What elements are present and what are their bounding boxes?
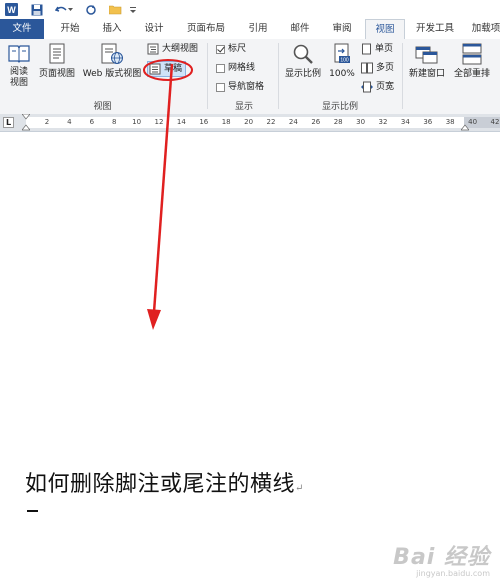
ruler-checkbox[interactable]: 标尺 [216,42,246,56]
tab-view[interactable]: 视图 [365,19,405,40]
multi-page-icon [361,62,373,74]
arrange-all-label: 全部重排 [453,69,490,79]
ruler-tick-label: 38 [445,118,455,126]
word-app-icon[interactable]: W [4,2,18,17]
open-folder-icon[interactable] [108,2,122,17]
new-window-label: 新建窗口 [408,69,445,79]
multi-page-button[interactable]: 多页 [361,61,394,75]
tab-page-layout[interactable]: 页面布局 [180,19,232,39]
new-window-icon [415,46,438,64]
document-text[interactable]: 如何删除脚注或尾注的横线↵ [25,466,304,498]
page-width-icon [361,81,373,93]
nav-pane-check-icon [216,82,225,92]
ruler-tick-label: 30 [356,118,366,126]
page-width-label: 页宽 [376,82,395,92]
group-label-show: 显示 [234,102,253,112]
gridlines-check-icon [216,63,225,73]
tab-insert[interactable]: 插入 [94,19,130,39]
text-cursor [27,510,38,512]
document-line: 如何删除脚注或尾注的横线 [25,472,296,497]
tab-references[interactable]: 引用 [240,19,276,39]
watermark: Bai 经验 jingyan.baidu.com [393,539,490,578]
customize-qat-icon[interactable] [128,2,138,17]
print-layout-button[interactable]: 页面视图 [36,43,78,80]
tab-home[interactable]: 开始 [52,19,88,39]
web-page-icon [101,43,123,64]
outline-label: 大纲视图 [162,44,199,54]
arrange-all-button[interactable]: 全部重排 [450,43,494,80]
multi-page-label: 多页 [376,63,395,73]
zoom-button[interactable]: 显示比例 [282,43,324,80]
title-bar: W [0,0,500,19]
redo-icon[interactable] [84,2,98,17]
indent-marker-icon[interactable] [22,114,30,131]
ruler-tick-label: 40 [468,118,478,126]
read-mode-label: 阅读 视图 [9,67,28,88]
page-icon [49,43,65,64]
ruler-tick-label: 26 [311,118,321,126]
ruler-tick-label: 6 [89,118,95,126]
outline-button[interactable]: 大纲视图 [147,42,198,56]
ruler-tick-label: 20 [244,118,254,126]
web-layout-button[interactable]: Web 版式视图 [80,43,144,80]
group-separator [402,43,403,109]
zoom-label: 显示比例 [284,69,321,79]
undo-icon[interactable] [54,2,68,17]
group-label-zoom: 显示比例 [321,102,358,112]
annotation-arrow [147,63,174,330]
ruler-tick-label: 32 [378,118,388,126]
ruler-tick-label: 42 [490,118,500,126]
document-page[interactable] [0,132,500,586]
tab-developer[interactable]: 开发工具 [410,19,460,39]
arrange-all-icon [462,43,482,65]
ruler-check-icon [216,44,225,54]
group-separator [278,43,279,109]
tab-selector[interactable]: L [3,117,14,128]
ruler-tick-label: 18 [221,118,231,126]
tab-design[interactable]: 设计 [136,19,172,39]
tab-review[interactable]: 审阅 [324,19,360,39]
ruler-tick-label: 8 [111,118,117,126]
save-icon[interactable] [30,2,44,17]
ruler-tick-label: 4 [67,118,72,126]
ruler-tick-label: 36 [423,118,433,126]
undo-dropdown-icon[interactable] [68,2,74,17]
gridlines-label: 网格线 [228,63,256,73]
outline-icon [147,43,159,55]
read-mode-button[interactable]: 阅读 视图 [4,43,34,89]
paragraph-mark-icon: ↵ [295,483,304,494]
svg-text:W: W [7,5,16,15]
magnifier-icon [293,44,313,64]
ruler-tick-label: 2 [44,118,50,126]
one-page-label: 单页 [375,44,394,54]
zoom-100-icon: 100 [334,43,350,64]
zoom-100-label: 100% [329,69,355,79]
ruler-tick-label: 28 [333,118,343,126]
zoom-100-button[interactable]: 100 100% [326,43,358,80]
tab-addins[interactable]: 加载项 [466,19,500,39]
ribbon-tab-bar: 文件 开始 插入 设计 页面布局 引用 邮件 审阅 视图 开发工具 加载项 [0,19,500,40]
ruler-tick-label: 16 [199,118,209,126]
new-window-button[interactable]: 新建窗口 [405,43,449,80]
horizontal-ruler[interactable]: L 2 4 6 8 10 12 14 16 18 20 22 24 26 28 30 32 34 36 38 40 42 [0,114,500,132]
group-separator [207,43,208,109]
print-layout-label: 页面视图 [38,69,75,79]
page-width-button[interactable]: 页宽 [361,80,394,94]
nav-pane-label: 导航窗格 [228,82,265,92]
watermark-brand: Bai 经验 [393,545,490,570]
gridlines-checkbox[interactable]: 网格线 [216,61,255,75]
ruler-tick-label: 22 [266,118,276,126]
tab-file[interactable]: 文件 [0,19,44,39]
tab-mailings[interactable]: 邮件 [282,19,318,39]
book-icon [8,45,30,63]
one-page-icon [362,43,371,55]
svg-text:100: 100 [340,58,349,64]
ribbon-view: 阅读 视图 页面视图 Web 版式视图 大纲视图 草稿 视图 标尺 网格线 导航… [0,39,500,115]
ruler-tick-label: 34 [400,118,410,126]
ruler-tick-label: 24 [288,118,298,126]
nav-pane-checkbox[interactable]: 导航窗格 [216,80,264,94]
one-page-button[interactable]: 单页 [361,42,393,56]
ruler-label: 标尺 [228,44,247,54]
web-layout-label: Web 版式视图 [82,69,142,79]
